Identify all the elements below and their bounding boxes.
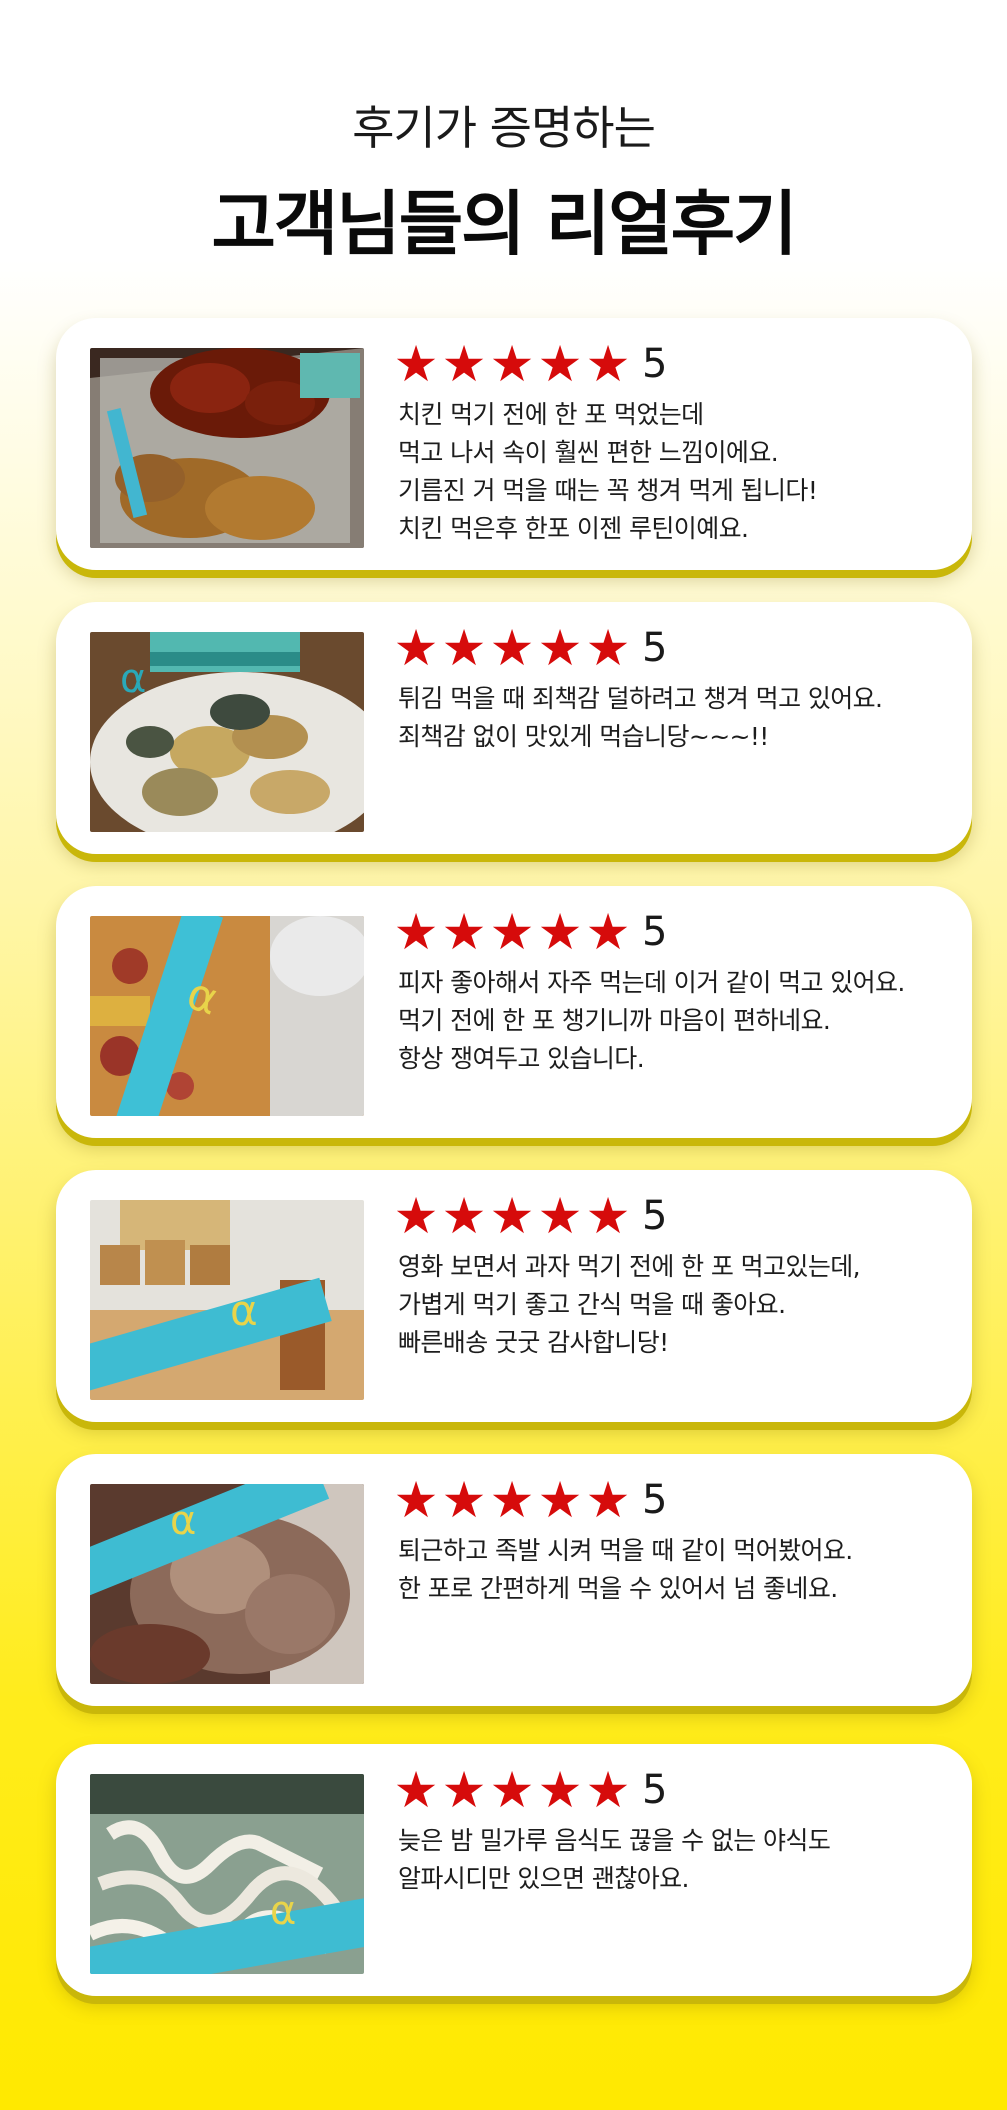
review-line: 치킨 먹은후 한포 이젠 루틴이예요. (398, 514, 749, 543)
star-icon: ★ (393, 335, 439, 393)
star-icon: ★ (489, 1471, 535, 1529)
star-icon: ★ (489, 619, 535, 677)
rating-score: 5 (642, 1477, 668, 1523)
rating: ★ ★ ★ ★ ★ 5 (392, 619, 668, 677)
star-rating: ★ ★ ★ ★ ★ (392, 619, 632, 677)
star-icon: ★ (441, 1761, 487, 1819)
star-icon: ★ (489, 903, 535, 961)
star-rating: ★ ★ ★ ★ ★ (392, 903, 632, 961)
review-line: 가볍게 먹기 좋고 간식 먹을 때 좋아요. (398, 1290, 786, 1319)
review-line: 퇴근하고 족발 시켜 먹을 때 같이 먹어봤어요. (398, 1536, 853, 1565)
review-photo: α (90, 916, 364, 1116)
star-icon: ★ (393, 1761, 439, 1819)
review-photo: α (90, 632, 364, 832)
star-icon: ★ (441, 619, 487, 677)
star-icon: ★ (537, 903, 583, 961)
star-icon: ★ (585, 619, 631, 677)
rating-score: 5 (642, 625, 668, 671)
svg-text:α: α (170, 1498, 196, 1544)
rating-score: 5 (642, 1767, 668, 1813)
review-text: 피자 좋아해서 자주 먹는데 이거 같이 먹고 있어요. 먹기 전에 한 포 챙기… (398, 964, 958, 1078)
review-card: α ★ ★ ★ ★ ★ 5 늦은 밤 밀가루 음식도 끊을 수 없는 야식도 알파시디만 있으면… (56, 1744, 972, 1996)
review-line: 기름진 거 먹을 때는 꼭 챙겨 먹게 됩니다! (398, 476, 818, 505)
svg-text:α: α (120, 656, 146, 702)
star-rating: ★ ★ ★ ★ ★ (392, 335, 632, 393)
review-line: 치킨 먹기 전에 한 포 먹었는데 (398, 400, 704, 429)
star-icon: ★ (489, 335, 535, 393)
page-title: 고객님들의 리얼후기 (211, 183, 798, 265)
review-card: α ★ ★ ★ ★ ★ 5 퇴근하고 족발 시켜 먹을 때 같이 먹어봤어요. 한 포로 간편하… (56, 1454, 972, 1706)
star-icon: ★ (393, 619, 439, 677)
page-subtitle: 후기가 증명하는 (352, 101, 656, 155)
star-icon: ★ (585, 1187, 631, 1245)
star-icon: ★ (537, 619, 583, 677)
review-line: 피자 좋아해서 자주 먹는데 이거 같이 먹고 있어요. (398, 968, 905, 997)
rating-score: 5 (642, 1193, 668, 1239)
rating-score: 5 (642, 909, 668, 955)
star-icon: ★ (537, 1187, 583, 1245)
rating: ★ ★ ★ ★ ★ 5 (392, 903, 668, 961)
review-card: ★ ★ ★ ★ ★ 5 치킨 먹기 전에 한 포 먹었는데 먹고 나서 속이 훨씬 편한 느낌… (56, 318, 972, 570)
review-text: 튀김 먹을 때 죄책감 덜하려고 챙겨 먹고 있어요. 죄책감 없이 맛있게 먹습… (398, 680, 958, 756)
review-text: 영화 보면서 과자 먹기 전에 한 포 먹고있는데, 가볍게 먹기 좋고 간식 먹… (398, 1248, 958, 1362)
star-icon: ★ (393, 1471, 439, 1529)
star-rating: ★ ★ ★ ★ ★ (392, 1471, 632, 1529)
review-line: 영화 보면서 과자 먹기 전에 한 포 먹고있는데, (398, 1252, 861, 1281)
review-text: 치킨 먹기 전에 한 포 먹었는데먹고 나서 속이 훨씬 편한 느낌이에요. 기름… (398, 396, 958, 548)
rating-score: 5 (642, 341, 668, 387)
star-icon: ★ (537, 1761, 583, 1819)
svg-text:α: α (230, 1286, 258, 1335)
review-line: 먹기 전에 한 포 챙기니까 마음이 편하네요. (398, 1006, 831, 1035)
review-photo (90, 348, 364, 548)
star-icon: ★ (489, 1761, 535, 1819)
review-photo: α (90, 1774, 364, 1974)
rating: ★ ★ ★ ★ ★ 5 (392, 1761, 668, 1819)
review-card: α ★ ★ ★ ★ ★ 5 튀김 먹을 때 죄책감 덜하려고 챙겨 먹고 있어요. 죄책감 없이… (56, 602, 972, 854)
star-icon: ★ (585, 903, 631, 961)
star-icon: ★ (393, 1187, 439, 1245)
review-text: 퇴근하고 족발 시켜 먹을 때 같이 먹어봤어요. 한 포로 간편하게 먹을 수 … (398, 1532, 958, 1608)
rating: ★ ★ ★ ★ ★ 5 (392, 335, 668, 393)
star-icon: ★ (441, 903, 487, 961)
star-icon: ★ (585, 1471, 631, 1529)
svg-text:α: α (270, 1888, 296, 1934)
review-line: 튀김 먹을 때 죄책감 덜하려고 챙겨 먹고 있어요. (398, 684, 883, 713)
star-rating: ★ ★ ★ ★ ★ (392, 1761, 632, 1819)
star-icon: ★ (585, 335, 631, 393)
review-card: α ★ ★ ★ ★ ★ 5 영화 보면서 과자 먹기 전에 한 포 먹고있는데, 가볍게 먹기 … (56, 1170, 972, 1422)
review-line: 한 포로 간편하게 먹을 수 있어서 넘 좋네요. (398, 1574, 838, 1603)
star-icon: ★ (489, 1187, 535, 1245)
star-icon: ★ (441, 335, 487, 393)
review-card: α ★ ★ ★ ★ ★ 5 피자 좋아해서 자주 먹는데 이거 같이 먹고 있어요. 먹기 전에… (56, 886, 972, 1138)
review-text: 늦은 밤 밀가루 음식도 끊을 수 없는 야식도알파시디만 있으면 괜찮아요. (398, 1822, 958, 1898)
star-icon: ★ (393, 903, 439, 961)
review-photo: α (90, 1200, 364, 1400)
star-rating: ★ ★ ★ ★ ★ (392, 1187, 632, 1245)
review-line: 빠른배송 굿굿 감사합니당! (398, 1328, 669, 1357)
review-line: 알파시디만 있으면 괜찮아요. (398, 1864, 689, 1893)
review-photo: α (90, 1484, 364, 1684)
review-line: 죄책감 없이 맛있게 먹습니당~~~!! (398, 722, 769, 751)
star-icon: ★ (441, 1471, 487, 1529)
review-line: 항상 쟁여두고 있습니다. (398, 1044, 645, 1073)
rating: ★ ★ ★ ★ ★ 5 (392, 1187, 668, 1245)
star-icon: ★ (537, 335, 583, 393)
star-icon: ★ (441, 1187, 487, 1245)
review-line: 먹고 나서 속이 훨씬 편한 느낌이에요. (398, 438, 779, 467)
star-icon: ★ (537, 1471, 583, 1529)
rating: ★ ★ ★ ★ ★ 5 (392, 1471, 668, 1529)
review-line: 늦은 밤 밀가루 음식도 끊을 수 없는 야식도 (398, 1826, 831, 1855)
star-icon: ★ (585, 1761, 631, 1819)
